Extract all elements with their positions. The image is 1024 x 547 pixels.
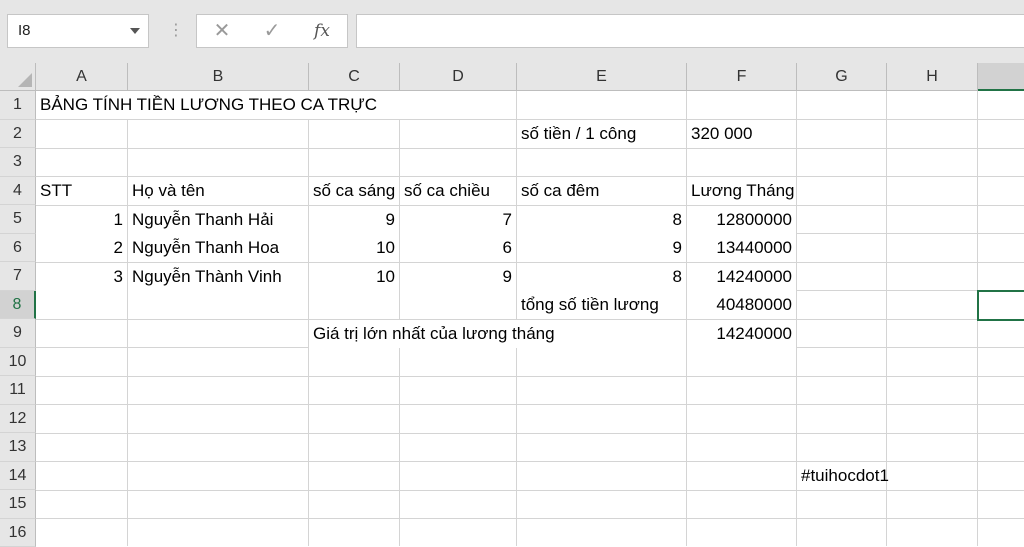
cell-f5[interactable]: 12800000 [687,206,796,234]
row-header[interactable]: 9 [0,319,36,348]
cell-f7[interactable]: 14240000 [687,263,796,291]
row-header[interactable]: 10 [0,348,36,377]
cell-f9[interactable]: 14240000 [687,320,796,348]
cell-d5[interactable]: 7 [400,206,516,234]
enter-icon[interactable]: ✓ [249,15,295,47]
cell-c6[interactable]: 10 [309,234,399,262]
cell-a7[interactable]: 3 [36,263,127,291]
chevron-down-icon[interactable] [130,28,140,34]
cell-d7[interactable]: 9 [400,263,516,291]
cell-b5[interactable]: Nguyễn Thanh Hải [128,206,308,234]
cell-f4[interactable]: Lương Tháng [687,177,827,205]
row-header[interactable]: 6 [0,234,36,263]
column-header-b[interactable]: B [128,63,309,91]
gridline [36,376,1024,377]
vertical-dots-icon: ⋮ [168,20,176,42]
cell-b4[interactable]: Họ và tên [128,177,308,205]
cell-e8[interactable]: tổng số tiền lương [517,291,686,319]
row-header[interactable]: 12 [0,405,36,434]
column-header-e[interactable]: E [517,63,687,91]
gridline [36,404,1024,405]
row-header[interactable]: 1 [0,91,36,120]
column-header-d[interactable]: D [400,63,517,91]
cell-a4[interactable]: STT [36,177,127,205]
formula-buttons: ✕ ✓ fx [196,14,348,48]
cell-e2[interactable]: số tiền / 1 công [517,120,686,148]
row-header-active[interactable]: 8 [0,291,36,320]
cell-c9[interactable]: Giá trị lớn nhất của lương tháng [309,320,686,348]
cell-e5[interactable]: 8 [517,206,686,234]
cell-c4[interactable]: số ca sáng [309,177,399,205]
cell-e4[interactable]: số ca đêm [517,177,686,205]
column-header-g[interactable]: G [797,63,887,91]
row-header[interactable]: 3 [0,148,36,177]
cell-a5[interactable]: 1 [36,206,127,234]
name-box-value: I8 [18,22,31,39]
column-header-a[interactable]: A [36,63,128,91]
cell-g14[interactable]: #tuihocdot1 [797,462,977,490]
row-header[interactable]: 5 [0,205,36,234]
gridline [36,518,1024,519]
select-all-icon [18,73,32,87]
formula-input[interactable] [356,14,1024,48]
active-cell-selection[interactable] [977,290,1024,321]
column-header-h[interactable]: H [887,63,978,91]
cell-b6[interactable]: Nguyễn Thanh Hoa [128,234,308,262]
row-header[interactable]: 2 [0,120,36,149]
column-header-f[interactable]: F [687,63,797,91]
cell-e7[interactable]: 8 [517,263,686,291]
name-box[interactable]: I8 [7,14,149,48]
cell-f8[interactable]: 40480000 [687,291,796,319]
row-header[interactable]: 14 [0,462,36,491]
insert-function-icon[interactable]: fx [299,15,345,47]
cell-e6[interactable]: 9 [517,234,686,262]
row-header[interactable]: 4 [0,177,36,206]
cancel-icon[interactable]: ✕ [199,15,245,47]
gridline [36,433,1024,434]
spreadsheet-grid[interactable]: A B C D E F G H 1 2 3 4 5 6 7 8 9 10 11 … [0,63,1024,546]
cell-c7[interactable]: 10 [309,263,399,291]
row-header[interactable]: 13 [0,433,36,462]
row-header[interactable]: 16 [0,519,36,547]
cell-d6[interactable]: 6 [400,234,516,262]
cell-a6[interactable]: 2 [36,234,127,262]
select-all-corner[interactable] [0,63,36,91]
cell-a1-title[interactable]: BẢNG TÍNH TIỀN LƯƠNG THEO CA TRỰC [36,91,516,119]
row-header[interactable]: 15 [0,490,36,519]
cell-f2[interactable]: 320 000 [687,120,796,148]
row-header[interactable]: 11 [0,376,36,405]
cell-b7[interactable]: Nguyễn Thành Vinh [128,263,308,291]
column-header-i[interactable] [978,63,1024,91]
column-header-c[interactable]: C [309,63,400,91]
cell-f6[interactable]: 13440000 [687,234,796,262]
row-header[interactable]: 7 [0,262,36,291]
cell-c5[interactable]: 9 [309,206,399,234]
formula-bar: I8 ⋮ ✕ ✓ fx [0,0,1024,63]
cell-d4[interactable]: số ca chiều [400,177,516,205]
